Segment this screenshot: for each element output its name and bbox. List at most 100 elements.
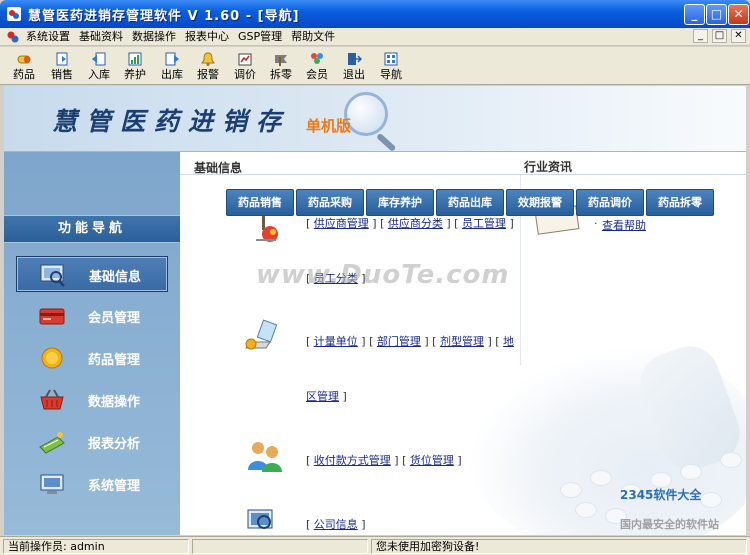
view-help-link[interactable]: 查看帮助 xyxy=(602,217,646,233)
nav-sidebar: 功能导航 基础信息 会员管理 药品管理 数据操作 报表分析 系统管理 xyxy=(4,152,180,535)
toolbar-member-button[interactable]: 会员 xyxy=(299,49,335,83)
corner-logo-text: 2345软件大全 xyxy=(620,488,702,502)
unit-icon xyxy=(245,319,278,350)
close-button[interactable]: ✕ xyxy=(728,4,749,25)
nav-item-label: 会员管理 xyxy=(88,311,141,326)
nav-item-system[interactable]: 系统管理 xyxy=(16,466,168,502)
app-menu-icon[interactable] xyxy=(6,30,20,44)
main-panel: 基础信息 行业资讯 · 查看帮助 药品销售 药品采购 库存养护 药品出库 效期报… xyxy=(180,152,746,535)
toolbar-navigation-label: 导航 xyxy=(380,68,402,81)
app-icon xyxy=(7,7,21,21)
nav-item-drugs[interactable]: 药品管理 xyxy=(16,340,168,376)
toolbar-exit-label: 退出 xyxy=(343,68,365,81)
region-link-start[interactable]: 地 xyxy=(503,335,514,348)
toolbar-stock-in-label: 入库 xyxy=(88,68,110,81)
menu-gsp[interactable]: GSP管理 xyxy=(238,29,282,44)
status-bar: 当前操作员: admin 您未使用加密狗设备! xyxy=(0,536,750,555)
pill-decoration xyxy=(590,470,612,486)
menu-basic-data[interactable]: 基础资料 xyxy=(79,29,123,44)
status-empty xyxy=(192,539,368,554)
tab-price-adjust[interactable]: 药品调价 xyxy=(576,189,644,216)
member-card-icon xyxy=(39,308,65,325)
status-message: 您未使用加密狗设备! xyxy=(371,539,747,554)
supplier-icon xyxy=(256,216,278,242)
nav-item-data-ops[interactable]: 数据操作 xyxy=(16,382,168,418)
quick-tabs: 药品销售 药品采购 库存养护 药品出库 效期报警 药品调价 药品拆零 xyxy=(226,189,714,216)
toolbar-navigation-button[interactable]: 导航 xyxy=(373,49,409,83)
storage-location-link[interactable]: 货位管理 xyxy=(410,454,454,467)
nav-item-label: 数据操作 xyxy=(88,395,141,410)
menu-data-ops[interactable]: 数据操作 xyxy=(132,29,176,44)
toolbar-exit-button[interactable]: 退出 xyxy=(336,49,372,83)
nav-item-reports[interactable]: 报表分析 xyxy=(16,424,168,460)
toolbar-drugs-label: 药品 xyxy=(13,68,35,81)
toolbar-price-button[interactable]: 调价 xyxy=(227,49,263,83)
split-icon xyxy=(275,55,287,66)
pill-decoration xyxy=(560,482,582,498)
link-row-payment: [ 收付款方式管理 ] [ 货位管理 ] xyxy=(306,454,462,467)
dosage-form-link[interactable]: 剂型管理 xyxy=(440,335,484,348)
basket-icon xyxy=(40,389,64,410)
employee-management-link[interactable]: 员工管理 xyxy=(462,217,506,230)
payment-method-link[interactable]: 收付款方式管理 xyxy=(314,454,391,467)
supplier-category-link[interactable]: 供应商分类 xyxy=(388,217,443,230)
toolbar-sales-button[interactable]: 销售 xyxy=(44,49,80,83)
supplier-management-link[interactable]: 供应商管理 xyxy=(314,217,369,230)
mdi-close-button[interactable]: ✕ xyxy=(731,29,746,43)
report-icon xyxy=(39,432,65,454)
toolbar-split-button[interactable]: 拆零 xyxy=(263,49,299,83)
divider xyxy=(180,174,746,175)
tab-drug-purchase[interactable]: 药品采购 xyxy=(296,189,364,216)
system-icon xyxy=(40,474,64,494)
menu-bar: 系统设置 基础资料 数据操作 报表中心 GSP管理 帮助文件 _ □ ✕ xyxy=(0,28,750,46)
menu-system-settings[interactable]: 系统设置 xyxy=(26,29,70,44)
coin-icon xyxy=(41,347,63,369)
toolbar-stock-out-button[interactable]: 出库 xyxy=(154,49,190,83)
tab-drug-split[interactable]: 药品拆零 xyxy=(646,189,714,216)
toolbar-stock-out-label: 出库 xyxy=(161,68,183,81)
magnifier-handle xyxy=(375,132,397,152)
pill-icon xyxy=(17,55,31,64)
news-title: 行业资讯 xyxy=(524,160,573,174)
pill-decoration xyxy=(575,502,597,518)
toolbar-drugs-button[interactable]: 药品 xyxy=(6,49,42,83)
member-icon xyxy=(311,53,323,64)
basic-info-icon xyxy=(40,264,65,287)
menu-help[interactable]: 帮助文件 xyxy=(291,29,335,44)
tab-stock-maintain[interactable]: 库存养护 xyxy=(366,189,434,216)
maximize-button[interactable]: □ xyxy=(706,4,727,25)
link-row-company: [ 公司信息 ] xyxy=(306,518,366,531)
company-info-link[interactable]: 公司信息 xyxy=(314,518,358,531)
mdi-minimize-button[interactable]: _ xyxy=(693,29,708,43)
toolbar-alarm-label: 报警 xyxy=(197,68,219,81)
payment-icon xyxy=(248,442,282,472)
region-management-link[interactable]: 区管理 xyxy=(306,390,339,403)
tab-expiry-alarm[interactable]: 效期报警 xyxy=(506,189,574,216)
nav-item-member[interactable]: 会员管理 xyxy=(16,298,168,334)
pill-decoration xyxy=(720,452,742,468)
company-icon xyxy=(247,509,273,529)
toolbar-alarm-button[interactable]: 报警 xyxy=(190,49,226,83)
menu-report-center[interactable]: 报表中心 xyxy=(185,29,229,44)
stock-in-icon xyxy=(92,52,106,66)
brand-title: 慧管医药进销存 xyxy=(52,107,291,136)
toolbar-maintain-button[interactable]: 养护 xyxy=(117,49,153,83)
nav-header: 功能导航 xyxy=(4,215,180,243)
link-row-suppliers: [ 供应商管理 ] [ 供应商分类 ] [ 员工管理 ] xyxy=(306,217,514,230)
toolbar: 药品 销售 入库 养护 出库 报警 调价 拆零 会员 退出 导航 xyxy=(0,47,750,85)
unit-link[interactable]: 计量单位 xyxy=(314,335,358,348)
toolbar-sales-label: 销售 xyxy=(51,68,73,81)
link-row-units: [ 计量单位 ] [ 部门管理 ] [ 剂型管理 ] [ 地 xyxy=(306,335,515,348)
department-link[interactable]: 部门管理 xyxy=(377,335,421,348)
status-operator: 当前操作员: admin xyxy=(3,539,189,554)
toolbar-member-label: 会员 xyxy=(306,68,328,81)
nav-item-basic-info[interactable]: 基础信息 xyxy=(16,256,168,292)
corner-slogan: 国内最安全的软件站 xyxy=(620,518,719,531)
tab-drug-outbound[interactable]: 药品出库 xyxy=(436,189,504,216)
mdi-restore-button[interactable]: □ xyxy=(712,29,727,43)
toolbar-stock-in-button[interactable]: 入库 xyxy=(81,49,117,83)
nav-item-label: 基础信息 xyxy=(89,270,142,285)
stock-out-icon xyxy=(165,52,179,66)
minimize-button[interactable]: _ xyxy=(684,4,705,25)
bullet: · xyxy=(594,217,598,230)
